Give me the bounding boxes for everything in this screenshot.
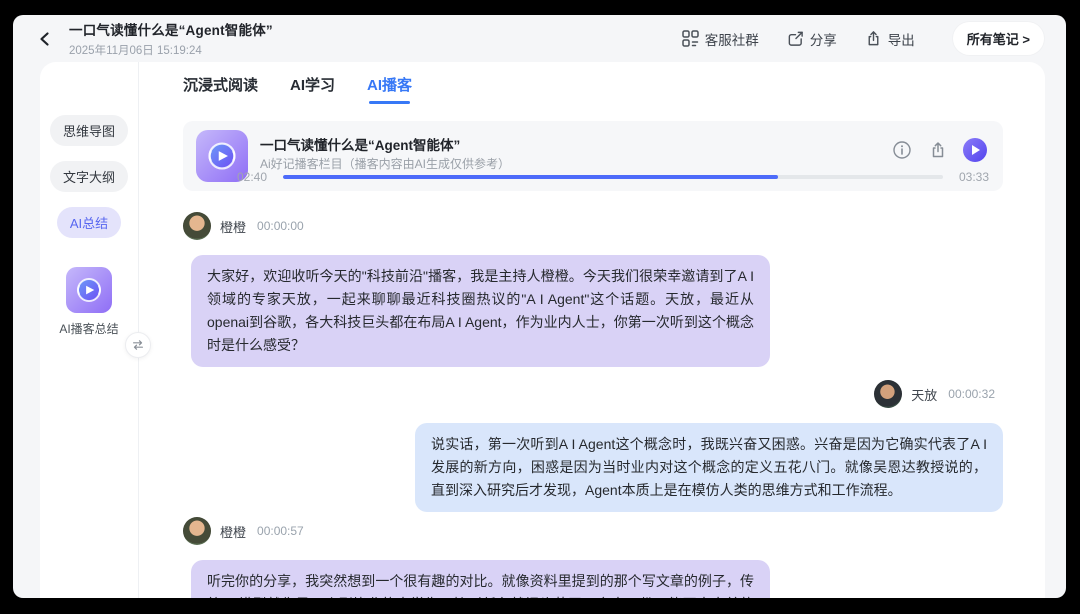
main-area: 沉浸式阅读 AI学习 AI播客 一口气读懂什么是“Agent智能体” Ai好记播… bbox=[139, 62, 1045, 598]
avatar bbox=[874, 380, 903, 408]
page-datetime: 2025年11月06日 15:19:24 bbox=[69, 45, 202, 57]
player-actions bbox=[891, 138, 987, 162]
page-title: 一口气读懂什么是“Agent智能体” bbox=[69, 23, 273, 38]
app-window: 一口气读懂什么是“Agent智能体” 2025年11月06日 15:19:24 … bbox=[13, 15, 1066, 598]
swap-arrows-icon bbox=[133, 340, 143, 350]
share-button[interactable]: 分享 bbox=[787, 29, 837, 49]
export-button[interactable]: 导出 bbox=[865, 29, 915, 49]
message-timestamp: 00:00:00 bbox=[257, 219, 304, 233]
message-timestamp: 00:00:57 bbox=[257, 524, 304, 538]
speaker-name: 橙橙 bbox=[220, 524, 247, 540]
top-bar: 一口气读懂什么是“Agent智能体” 2025年11月06日 15:19:24 … bbox=[13, 15, 1066, 62]
community-label: 客服社群 bbox=[704, 32, 759, 48]
message-header: 橙橙 00:00:57 bbox=[183, 517, 1003, 545]
current-time: 02:40 bbox=[237, 170, 268, 184]
play-button[interactable] bbox=[963, 138, 987, 162]
info-button[interactable] bbox=[891, 139, 913, 161]
message-header: 橙橙 00:00:00 bbox=[183, 212, 1003, 240]
tab-ai-learning[interactable]: AI学习 bbox=[290, 74, 335, 104]
sidebar-item-mindmap[interactable]: 思维导图 bbox=[49, 115, 128, 146]
progress-fill bbox=[283, 175, 778, 179]
share-label: 分享 bbox=[809, 32, 837, 48]
message-bubble: 大家好，欢迎收听今天的"科技前沿"播客，我是主持人橙橙。今天我们很荣幸邀请到了A… bbox=[191, 255, 770, 367]
all-notes-button[interactable]: 所有笔记 > bbox=[952, 22, 1044, 55]
avatar bbox=[183, 212, 211, 240]
upload-icon bbox=[932, 142, 944, 158]
sidebar-item-outline[interactable]: 文字大纲 bbox=[49, 161, 128, 192]
community-button[interactable]: 客服社群 bbox=[682, 29, 759, 49]
info-icon bbox=[893, 141, 911, 159]
progress-track[interactable] bbox=[283, 175, 943, 179]
total-time: 03:33 bbox=[958, 170, 989, 184]
player-timeline: 02:40 03:33 bbox=[237, 170, 989, 184]
sidebar-item-podcast-label: AI播客总结 bbox=[59, 322, 119, 336]
export-label: 导出 bbox=[887, 32, 915, 48]
qr-grid-icon bbox=[682, 30, 699, 47]
message-bubble: 听完你的分享，我突然想到一个很有趣的对比。就像资料里提到的那个写文章的例子，传统… bbox=[191, 560, 770, 598]
speaker-name: 天放 bbox=[911, 387, 938, 403]
message-header: 天放 00:00:32 bbox=[874, 380, 995, 408]
transcript-message: 橙橙 00:00:57 听完你的分享，我突然想到一个很有趣的对比。就像资料里提到… bbox=[183, 517, 1003, 598]
back-button[interactable] bbox=[35, 29, 55, 49]
tab-bar: 沉浸式阅读 AI学习 AI播客 bbox=[183, 74, 1045, 104]
tab-ai-podcast[interactable]: AI播客 bbox=[367, 74, 412, 104]
podcast-player-card: 一口气读懂什么是“Agent智能体” Ai好记播客栏目（播客内容由AI生成仅供参… bbox=[183, 121, 1003, 191]
player-share-button[interactable] bbox=[927, 139, 949, 161]
sidebar-item-ai-summary[interactable]: AI总结 bbox=[56, 207, 122, 238]
top-actions: 客服社群 分享 导出 所有笔记 > bbox=[682, 22, 1044, 55]
content-panel: 思维导图 文字大纲 AI总结 AI播客总结 沉浸式阅读 AI学习 AI播客 一口… bbox=[40, 62, 1045, 598]
message-bubble: 说实话，第一次听到A I Agent这个概念时，我既兴奋又困惑。兴奋是因为它确实… bbox=[415, 423, 1003, 512]
export-icon bbox=[868, 31, 879, 46]
sidebar-item-podcast-summary[interactable]: AI播客总结 bbox=[59, 267, 119, 337]
transcript-message: 橙橙 00:00:00 大家好，欢迎收听今天的"科技前沿"播客，我是主持人橙橙。… bbox=[183, 212, 1003, 367]
share-icon bbox=[788, 31, 803, 46]
tab-immersive-reading[interactable]: 沉浸式阅读 bbox=[183, 74, 258, 104]
title-block: 一口气读懂什么是“Agent智能体” 2025年11月06日 15:19:24 bbox=[69, 19, 273, 58]
transcript-message: 天放 00:00:32 说实话，第一次听到A I Agent这个概念时，我既兴奋… bbox=[183, 380, 1003, 512]
transcript-list: 橙橙 00:00:00 大家好，欢迎收听今天的"科技前沿"播客，我是主持人橙橙。… bbox=[183, 201, 1045, 598]
avatar bbox=[183, 517, 211, 545]
podcast-app-icon bbox=[66, 267, 112, 313]
speaker-name: 橙橙 bbox=[220, 219, 247, 235]
message-timestamp: 00:00:32 bbox=[948, 387, 995, 401]
sidebar: 思维导图 文字大纲 AI总结 AI播客总结 bbox=[40, 62, 151, 598]
player-title: 一口气读懂什么是“Agent智能体” bbox=[260, 138, 461, 153]
sidebar-collapse-toggle[interactable] bbox=[125, 332, 151, 358]
chevron-left-icon bbox=[40, 31, 49, 46]
